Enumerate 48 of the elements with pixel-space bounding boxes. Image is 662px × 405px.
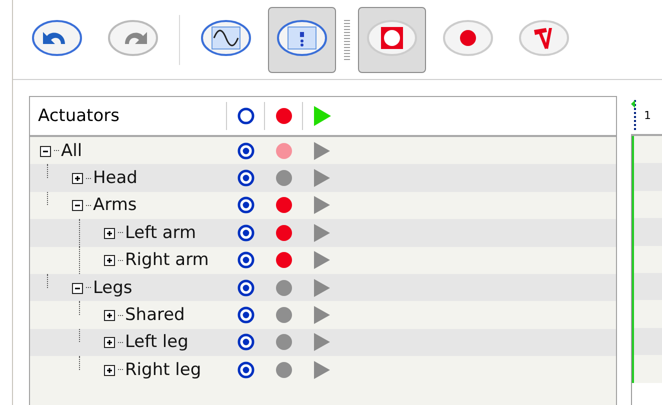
script-button[interactable] (268, 6, 336, 72)
collapse-icon[interactable] (70, 197, 86, 214)
record-dot[interactable] (275, 196, 293, 214)
expand-icon[interactable] (70, 170, 86, 186)
record-dot[interactable] (275, 360, 293, 379)
record-dot[interactable] (275, 251, 293, 270)
play-icon[interactable] (313, 195, 331, 216)
enable-toggle[interactable] (237, 333, 255, 352)
enable-toggle[interactable] (237, 278, 255, 297)
record-column-icon[interactable] (274, 107, 292, 125)
expand-icon[interactable] (102, 252, 118, 268)
tree-item[interactable]: Left leg (125, 332, 188, 352)
record-dot[interactable] (275, 169, 293, 188)
stop-button[interactable] (358, 6, 426, 72)
record-dot[interactable] (275, 224, 293, 242)
enable-toggle[interactable] (237, 169, 255, 188)
play-icon[interactable] (313, 168, 331, 188)
tree-item[interactable]: Right arm (125, 250, 209, 270)
tree-item[interactable]: Shared (125, 305, 185, 326)
record-dot[interactable] (275, 306, 293, 324)
play-icon[interactable] (313, 278, 331, 298)
play-icon[interactable] (313, 250, 331, 270)
play-icon[interactable] (313, 140, 331, 161)
enable-toggle[interactable] (237, 142, 255, 160)
enable-toggle[interactable] (237, 360, 255, 379)
enable-toggle[interactable] (237, 196, 255, 214)
tree-item[interactable]: All (61, 140, 82, 161)
enable-toggle[interactable] (237, 251, 255, 270)
expand-icon[interactable] (102, 334, 118, 350)
enable-toggle[interactable] (237, 224, 255, 242)
play-icon[interactable] (313, 332, 331, 352)
tree-item[interactable]: Legs (93, 278, 132, 298)
record-dot[interactable] (275, 333, 293, 352)
playhead-marker[interactable] (631, 100, 636, 130)
column-title: Actuators (30, 102, 227, 130)
expand-icon[interactable] (102, 307, 118, 324)
enable-column-icon[interactable] (236, 107, 254, 125)
time-mark: 1 (644, 108, 651, 122)
record-dot[interactable] (275, 142, 293, 160)
play-icon[interactable] (313, 305, 331, 326)
tree-item[interactable]: Head (93, 168, 138, 188)
tree-item[interactable]: Right leg (125, 360, 202, 380)
play-icon[interactable] (313, 360, 331, 380)
play-icon[interactable] (313, 222, 331, 243)
tree-item[interactable]: Arms (93, 195, 137, 216)
tree-item[interactable]: Left arm (125, 222, 196, 243)
record-dot[interactable] (275, 278, 293, 297)
enable-toggle[interactable] (237, 306, 255, 324)
